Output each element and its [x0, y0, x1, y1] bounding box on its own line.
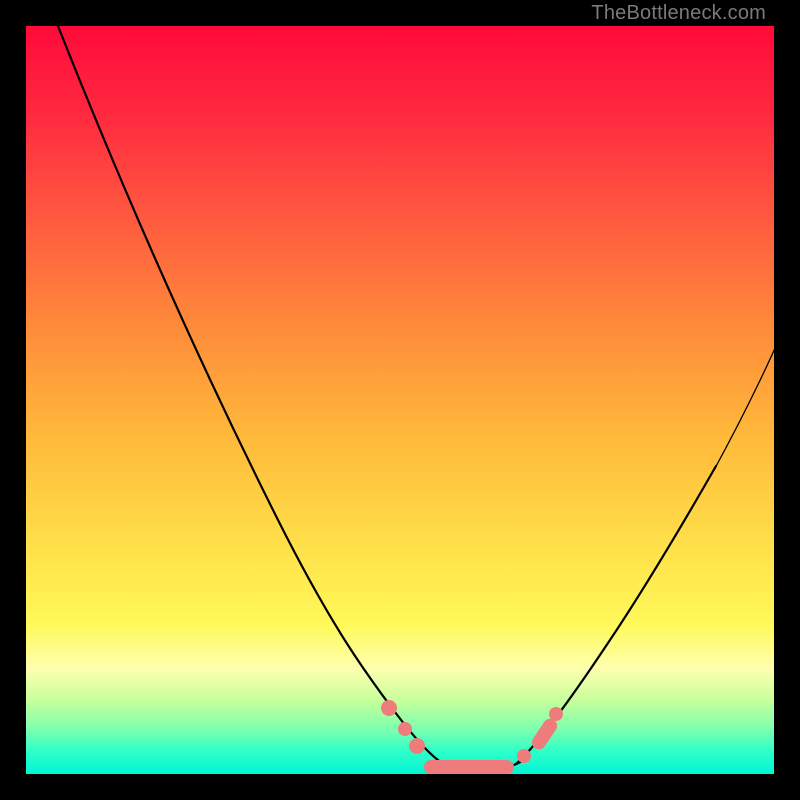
marker-dot: [549, 707, 563, 721]
curve-left-branch: [54, 26, 446, 766]
marker-dot: [409, 738, 425, 754]
marker-dot: [381, 700, 397, 716]
marker-dot: [517, 749, 531, 763]
chart-overlay: [26, 26, 774, 774]
marker-pill: [424, 760, 514, 774]
valley-markers: [381, 700, 563, 774]
plot-area: [26, 26, 774, 774]
chart-frame: TheBottleneck.com: [0, 0, 800, 800]
curve-right-branch-upper: [714, 346, 774, 470]
marker-dot: [398, 722, 412, 736]
curve-right-branch-lower: [516, 466, 716, 764]
watermark-text: TheBottleneck.com: [591, 2, 766, 25]
marker-pill: [529, 716, 560, 752]
